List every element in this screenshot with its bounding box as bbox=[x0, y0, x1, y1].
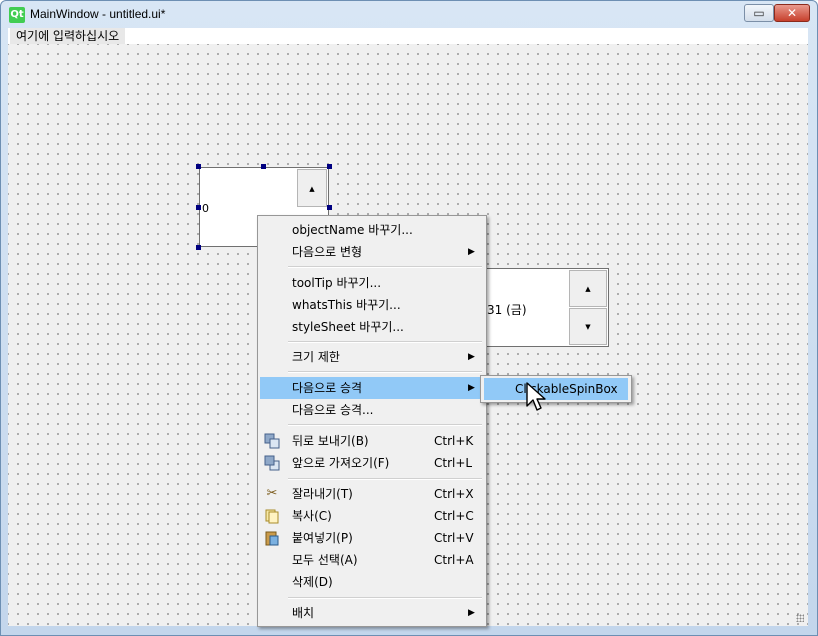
submenu-arrow-icon: ▶ bbox=[468, 247, 475, 257]
date-spinbox-up-button[interactable]: ▲ bbox=[569, 270, 607, 307]
menu-item-label: 모두 선택(A) bbox=[292, 553, 358, 567]
date-spinbox-widget[interactable]: /31 (금) ▲ ▼ bbox=[480, 268, 609, 347]
menu-bar: 여기에 입력하십시오 bbox=[8, 28, 808, 44]
menu-item-shortcut: Ctrl+K bbox=[434, 434, 474, 448]
menu-item-size-constraints[interactable]: 크기 제한 ▶ bbox=[260, 346, 484, 368]
minimize-button[interactable]: ▭ bbox=[744, 4, 774, 22]
menu-placeholder-item[interactable]: 여기에 입력하십시오 bbox=[10, 28, 126, 44]
menu-item-label: 뒤로 보내기(B) bbox=[292, 434, 369, 448]
menu-item-morph-into[interactable]: 다음으로 변형 ▶ bbox=[260, 241, 484, 263]
menu-item-promote-to-dialog[interactable]: 다음으로 승격... bbox=[260, 399, 484, 421]
menu-item-shortcut: Ctrl+L bbox=[434, 456, 473, 470]
menu-item-label: 다음으로 승격 bbox=[292, 381, 363, 395]
selection-handle[interactable] bbox=[196, 245, 201, 250]
promote-submenu: ClickableSpinBox bbox=[480, 375, 632, 403]
menu-item-label: 다음으로 변형 bbox=[292, 245, 363, 259]
date-spinbox-down-button[interactable]: ▼ bbox=[569, 308, 607, 345]
submenu-arrow-icon: ▶ bbox=[468, 352, 475, 362]
menu-item-change-objectname[interactable]: objectName 바꾸기... bbox=[260, 219, 484, 241]
menu-item-label: 배치 bbox=[292, 606, 315, 620]
bring-front-icon bbox=[264, 455, 280, 471]
menu-separator bbox=[288, 341, 482, 343]
submenu-arrow-icon: ▶ bbox=[468, 608, 475, 618]
menu-item-label: toolTip 바꾸기... bbox=[292, 276, 382, 290]
copy-icon bbox=[264, 508, 280, 524]
menu-item-shortcut: Ctrl+C bbox=[434, 509, 474, 523]
size-grip-icon[interactable] bbox=[796, 614, 804, 622]
menu-item-label: 잘라내기(T) bbox=[292, 487, 353, 501]
menu-item-paste[interactable]: 붙여넣기(P) Ctrl+V bbox=[260, 527, 484, 549]
menu-item-change-stylesheet[interactable]: styleSheet 바꾸기... bbox=[260, 316, 484, 338]
menu-separator bbox=[288, 478, 482, 480]
menu-item-change-tooltip[interactable]: toolTip 바꾸기... bbox=[260, 272, 484, 294]
menu-item-label: 크기 제한 bbox=[292, 350, 340, 364]
menu-item-select-all[interactable]: 모두 선택(A) Ctrl+A bbox=[260, 549, 484, 571]
menu-item-bring-to-front[interactable]: 앞으로 가져오기(F) Ctrl+L bbox=[260, 452, 484, 474]
selection-handle[interactable] bbox=[327, 205, 332, 210]
menu-separator bbox=[288, 266, 482, 268]
title-bar[interactable]: Qt MainWindow - untitled.ui* ▭ ✕ bbox=[0, 0, 818, 28]
menu-item-copy[interactable]: 복사(C) Ctrl+C bbox=[260, 505, 484, 527]
date-spinbox-value: /31 (금) bbox=[483, 303, 527, 317]
menu-item-label: 삭제(D) bbox=[292, 575, 333, 589]
mouse-pointer-icon bbox=[526, 382, 546, 411]
menu-item-label: whatsThis 바꾸기... bbox=[292, 298, 401, 312]
menu-item-promote-to[interactable]: 다음으로 승격 ▶ bbox=[260, 377, 484, 399]
menu-item-label: 다음으로 승격... bbox=[292, 403, 374, 417]
menu-item-shortcut: Ctrl+V bbox=[434, 531, 474, 545]
menu-item-cut[interactable]: ✂ 잘라내기(T) Ctrl+X bbox=[260, 483, 484, 505]
menu-item-label: 복사(C) bbox=[292, 509, 332, 523]
selection-handle[interactable] bbox=[327, 164, 332, 169]
selection-handle[interactable] bbox=[261, 164, 266, 169]
menu-separator bbox=[288, 371, 482, 373]
menu-item-change-whatsthis[interactable]: whatsThis 바꾸기... bbox=[260, 294, 484, 316]
window-title: MainWindow - untitled.ui* bbox=[30, 7, 166, 21]
paste-icon bbox=[264, 530, 280, 546]
context-menu: objectName 바꾸기... 다음으로 변형 ▶ toolTip 바꾸기.… bbox=[257, 215, 487, 627]
spinbox-value: 0 bbox=[202, 202, 209, 215]
close-button[interactable]: ✕ bbox=[774, 4, 810, 22]
menu-separator bbox=[288, 597, 482, 599]
menu-item-label: 앞으로 가져오기(F) bbox=[292, 456, 390, 470]
menu-item-label: 붙여넣기(P) bbox=[292, 531, 353, 545]
submenu-arrow-icon: ▶ bbox=[468, 383, 475, 393]
menu-item-send-to-back[interactable]: 뒤로 보내기(B) Ctrl+K bbox=[260, 430, 484, 452]
selection-handle[interactable] bbox=[196, 164, 201, 169]
menu-item-label: styleSheet 바꾸기... bbox=[292, 320, 404, 334]
selection-handle[interactable] bbox=[196, 205, 201, 210]
spinbox-up-button[interactable]: ▲ bbox=[297, 169, 327, 207]
qt-icon: Qt bbox=[9, 7, 25, 23]
scissors-icon: ✂ bbox=[266, 486, 278, 501]
menu-item-delete[interactable]: 삭제(D) bbox=[260, 571, 484, 593]
menu-item-layout[interactable]: 배치 ▶ bbox=[260, 602, 484, 624]
send-back-icon bbox=[264, 433, 280, 449]
submenu-item-clickablespinbox[interactable]: ClickableSpinBox bbox=[484, 378, 628, 400]
menu-item-shortcut: Ctrl+A bbox=[434, 553, 474, 567]
menu-item-shortcut: Ctrl+X bbox=[434, 487, 474, 501]
menu-item-label: objectName 바꾸기... bbox=[292, 223, 413, 237]
menu-separator bbox=[288, 424, 482, 426]
